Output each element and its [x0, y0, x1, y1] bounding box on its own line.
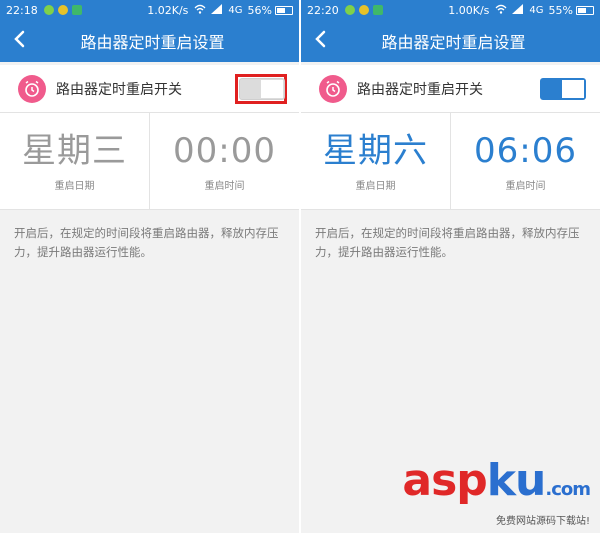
network-type: 4G — [228, 4, 243, 16]
network-type: 4G — [529, 4, 544, 16]
reboot-switch-row: 路由器定时重启开关 — [301, 65, 600, 113]
watermark-text: asp — [402, 455, 487, 506]
battery-percent: 55% — [548, 3, 573, 17]
page-title: 路由器定时重启设置 — [80, 33, 225, 52]
reboot-time-caption: 重启时间 — [204, 180, 245, 192]
chevron-left-icon — [13, 30, 25, 52]
status-bar: 22:18 1.02K/s 4G 56% — [0, 0, 299, 20]
reboot-time-picker[interactable]: 00:00 重启时间 — [149, 113, 299, 209]
back-button[interactable] — [8, 20, 30, 62]
toggle-knob — [562, 79, 584, 98]
watermark-text: ku — [486, 455, 547, 506]
status-time: 22:18 — [6, 3, 38, 17]
status-time: 22:20 — [307, 3, 339, 17]
reboot-toggle[interactable] — [540, 77, 586, 100]
alarm-clock-icon — [18, 74, 46, 103]
wifi-icon — [194, 4, 206, 17]
status-bar: 22:20 1.00K/s 4G 55% — [301, 0, 600, 20]
screen-left: 22:18 1.02K/s 4G 56% 路由器定时重启设置 路由器定时重启开关 — [0, 0, 299, 533]
signal-icon — [512, 3, 524, 17]
reboot-day-picker[interactable]: 星期三 重启日期 — [0, 113, 149, 209]
wifi-icon — [495, 4, 507, 17]
signal-icon — [211, 3, 223, 17]
reboot-day-caption: 重启日期 — [54, 180, 95, 192]
alarm-clock-icon — [319, 74, 347, 103]
back-button[interactable] — [309, 20, 331, 62]
battery-icon — [576, 5, 594, 15]
reboot-day-value: 星期六 — [323, 130, 428, 171]
toggle-knob — [261, 79, 283, 98]
network-speed: 1.02K/s — [147, 3, 189, 17]
title-bar: 路由器定时重启设置 — [301, 20, 600, 62]
schedule-panel: 星期六 重启日期 06:06 重启时间 — [301, 113, 600, 210]
battery-percent: 56% — [247, 3, 272, 17]
reboot-day-caption: 重启日期 — [355, 180, 396, 192]
notification-icon — [57, 5, 68, 15]
battery-icon — [275, 5, 293, 15]
description-text: 开启后，在规定的时间段将重启路由器，释放内存压力，提升路由器运行性能。 — [315, 226, 580, 259]
reboot-day-picker[interactable]: 星期六 重启日期 — [301, 113, 450, 209]
switch-label: 路由器定时重启开关 — [56, 81, 182, 98]
reboot-switch-row: 路由器定时重启开关 — [0, 65, 299, 113]
reboot-time-picker[interactable]: 06:06 重启时间 — [450, 113, 600, 209]
schedule-panel: 星期三 重启日期 00:00 重启时间 — [0, 113, 299, 210]
reboot-time-value: 00:00 — [173, 130, 276, 171]
screen-right: 22:20 1.00K/s 4G 55% 路由器定时重启设置 路由器定时重启开关 — [301, 0, 600, 533]
switch-label: 路由器定时重启开关 — [357, 81, 483, 98]
notification-icon — [344, 5, 355, 15]
reboot-day-value: 星期三 — [22, 130, 127, 171]
chevron-left-icon — [314, 30, 326, 52]
reboot-time-value: 06:06 — [474, 130, 577, 171]
reboot-toggle[interactable] — [239, 77, 285, 100]
notification-icon — [43, 5, 54, 15]
watermark-subtitle: 免费网站源码下载站! — [495, 516, 590, 527]
description-text: 开启后，在规定的时间段将重启路由器，释放内存压力，提升路由器运行性能。 — [14, 226, 279, 259]
network-speed: 1.00K/s — [448, 3, 490, 17]
site-watermark: aspku.com 免费网站源码下载站! — [402, 459, 591, 528]
reboot-time-caption: 重启时间 — [505, 180, 546, 192]
notification-icon — [71, 5, 82, 15]
notification-icon — [358, 5, 369, 15]
page-title: 路由器定时重启设置 — [381, 33, 526, 52]
notification-icon — [372, 5, 383, 15]
watermark-suffix: .com — [545, 479, 591, 500]
title-bar: 路由器定时重启设置 — [0, 20, 299, 62]
